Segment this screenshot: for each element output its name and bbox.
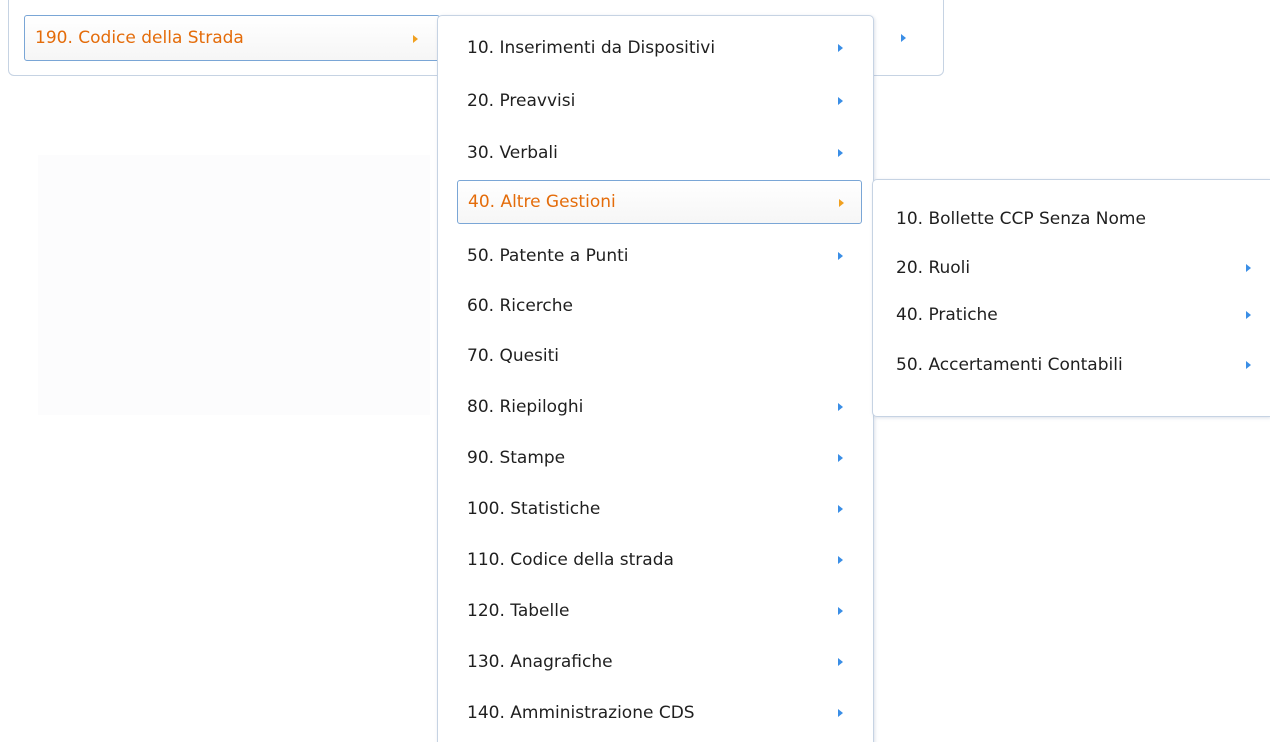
chevron-right-icon[interactable] — [901, 34, 906, 42]
menu-item-preavvisi[interactable]: 20. Preavvisi — [457, 79, 862, 123]
menu-item-quesiti[interactable]: 70. Quesiti — [457, 334, 862, 378]
chevron-right-icon — [838, 709, 843, 717]
menu-item-label: 20. Preavvisi — [467, 91, 576, 111]
menu-item-label: 50. Patente a Punti — [467, 246, 629, 266]
menu-item-label: 70. Quesiti — [467, 346, 560, 366]
menu-item-altre-gestioni[interactable]: 40. Altre Gestioni — [457, 180, 862, 224]
menu-item-anagrafiche[interactable]: 130. Anagrafiche — [457, 640, 862, 684]
menu-item-label: 50. Accertamenti Contabili — [896, 355, 1123, 375]
menu-item-patente-a-punti[interactable]: 50. Patente a Punti — [457, 234, 862, 278]
menu-item-label: 40. Altre Gestioni — [468, 192, 616, 212]
menu-screen: 190. Codice della Strada 10. Inserimenti… — [0, 0, 1270, 742]
menu-item-label: 10. Bollette CCP Senza Nome — [896, 209, 1146, 229]
chevron-right-icon — [838, 149, 843, 157]
chevron-right-icon — [839, 199, 844, 207]
menu-item-inserimenti-da-dispositivi[interactable]: 10. Inserimenti da Dispositivi — [457, 26, 862, 70]
chevron-right-icon — [838, 97, 843, 105]
menu-item-label: 140. Amministrazione CDS — [467, 703, 695, 723]
menu-item-codice-della-strada[interactable]: 110. Codice della strada — [457, 538, 862, 582]
menu-item-ruoli[interactable]: 20. Ruoli — [886, 246, 1270, 290]
chevron-right-icon — [838, 252, 843, 260]
chevron-right-icon — [1246, 264, 1251, 272]
menu-item-label: 10. Inserimenti da Dispositivi — [467, 38, 716, 58]
chevron-right-icon — [838, 403, 843, 411]
menu-item-bollette-ccp-senza-nome[interactable]: 10. Bollette CCP Senza Nome — [886, 197, 1270, 241]
chevron-right-icon — [413, 35, 418, 43]
menu-item-statistiche[interactable]: 100. Statistiche — [457, 487, 862, 531]
menu-item-pratiche[interactable]: 40. Pratiche — [886, 293, 1270, 337]
menu-item-codice-della-strada[interactable]: 190. Codice della Strada — [24, 15, 440, 61]
menu-item-label: 20. Ruoli — [896, 258, 971, 278]
chevron-right-icon — [1246, 311, 1251, 319]
menu-item-accertamenti-contabili[interactable]: 50. Accertamenti Contabili — [886, 343, 1270, 387]
chevron-right-icon — [838, 44, 843, 52]
menu-item-label: 190. Codice della Strada — [35, 28, 244, 48]
menu-item-label: 60. Ricerche — [467, 296, 573, 316]
chevron-right-icon — [838, 658, 843, 666]
menu-item-riepiloghi[interactable]: 80. Riepiloghi — [457, 385, 862, 429]
menu-item-label: 90. Stampe — [467, 448, 566, 468]
menu-item-stampe[interactable]: 90. Stampe — [457, 436, 862, 480]
menu-item-tabelle[interactable]: 120. Tabelle — [457, 589, 862, 633]
chevron-right-icon — [838, 556, 843, 564]
menu-item-label: 30. Verbali — [467, 143, 558, 163]
menu-item-verbali[interactable]: 30. Verbali — [457, 131, 862, 175]
menu-item-label: 130. Anagrafiche — [467, 652, 613, 672]
menu-item-label: 120. Tabelle — [467, 601, 570, 621]
menu-item-label: 100. Statistiche — [467, 499, 601, 519]
menu-item-ricerche[interactable]: 60. Ricerche — [457, 284, 862, 328]
chevron-right-icon — [1246, 361, 1251, 369]
chevron-right-icon — [838, 607, 843, 615]
background-area — [38, 155, 430, 415]
menu-item-label: 80. Riepiloghi — [467, 397, 584, 417]
chevron-right-icon — [838, 505, 843, 513]
menu-item-label: 110. Codice della strada — [467, 550, 674, 570]
chevron-right-icon — [838, 454, 843, 462]
menu-item-label: 40. Pratiche — [896, 305, 998, 325]
menu-item-amministrazione-cds[interactable]: 140. Amministrazione CDS — [457, 691, 862, 735]
